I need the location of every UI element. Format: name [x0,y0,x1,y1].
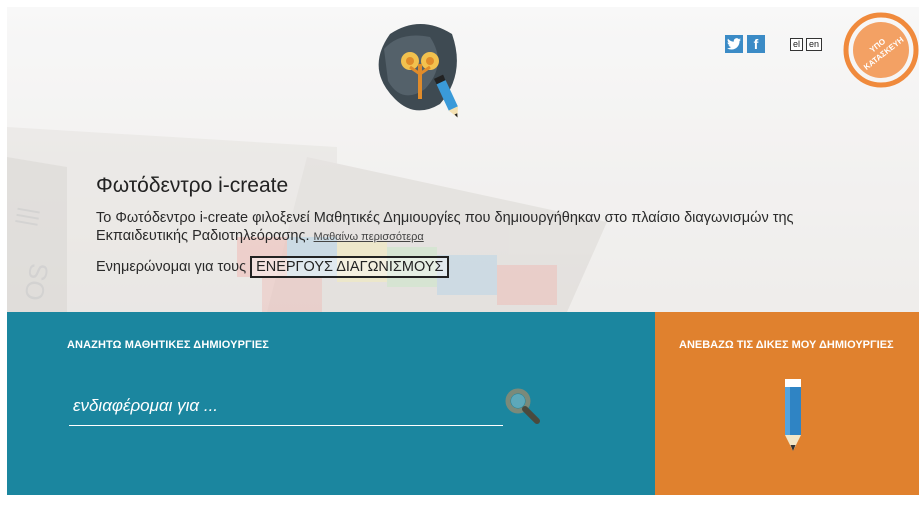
search-heading: ΑΝΑΖΗΤΩ ΜΑΘΗΤΙΚΕΣ ΔΗΜΙΟΥΡΓΙΕΣ [67,339,270,351]
language-switcher: el en [790,38,823,51]
search-input[interactable] [69,387,503,426]
page-title: Φωτόδεντρο i-create [96,174,289,197]
active-contests-button[interactable]: ΕΝΕΡΓΟΥΣ ΔΙΑΓΩΝΙΣΜΟΥΣ [250,256,450,278]
hero-description-text: Το Φωτόδεντρο i-create φιλοξενεί Μαθητικ… [96,210,794,244]
under-construction-stamp: ΥΠΟ ΚΑΤΑΣΚΕΥΗ [843,12,919,88]
twitter-icon[interactable] [725,35,743,53]
lang-en[interactable]: en [806,38,823,51]
social-links: f [725,35,765,53]
i-create-logo[interactable] [370,19,470,131]
facebook-icon[interactable]: f [747,35,765,53]
contests-line: Ενημερώνομαι για τους ΕΝΕΡΓΟΥΣ ΔΙΑΓΩΝΙΣΜ… [96,256,450,278]
pencil-icon[interactable] [781,379,805,455]
search-panel: ΑΝΑΖΗΤΩ ΜΑΘΗΤΙΚΕΣ ΔΗΜΙΟΥΡΓΙΕΣ [7,312,655,495]
upload-heading[interactable]: ΑΝΕΒΑΖΩ ΤΙΣ ΔΙΚΕΣ ΜΟΥ ΔΗΜΙΟΥΡΓΙΕΣ [679,339,894,351]
upload-panel[interactable]: ΑΝΕΒΑΖΩ ΤΙΣ ΔΙΚΕΣ ΜΟΥ ΔΗΜΙΟΥΡΓΙΕΣ [655,312,919,495]
hero-description: Το Φωτόδεντρο i-create φιλοξενεί Μαθητικ… [96,209,816,246]
search-icon[interactable] [502,386,542,426]
lang-el[interactable]: el [790,38,804,51]
learn-more-link[interactable]: Μαθαίνω περισσότερα [314,231,424,243]
hero-banner: ||| OS f el en ΥΠΟ ΚΑΤΑΣΚΕΥΗ Φωτόδεντρο … [7,7,919,312]
contests-prefix: Ενημερώνομαι για τους [96,259,247,275]
